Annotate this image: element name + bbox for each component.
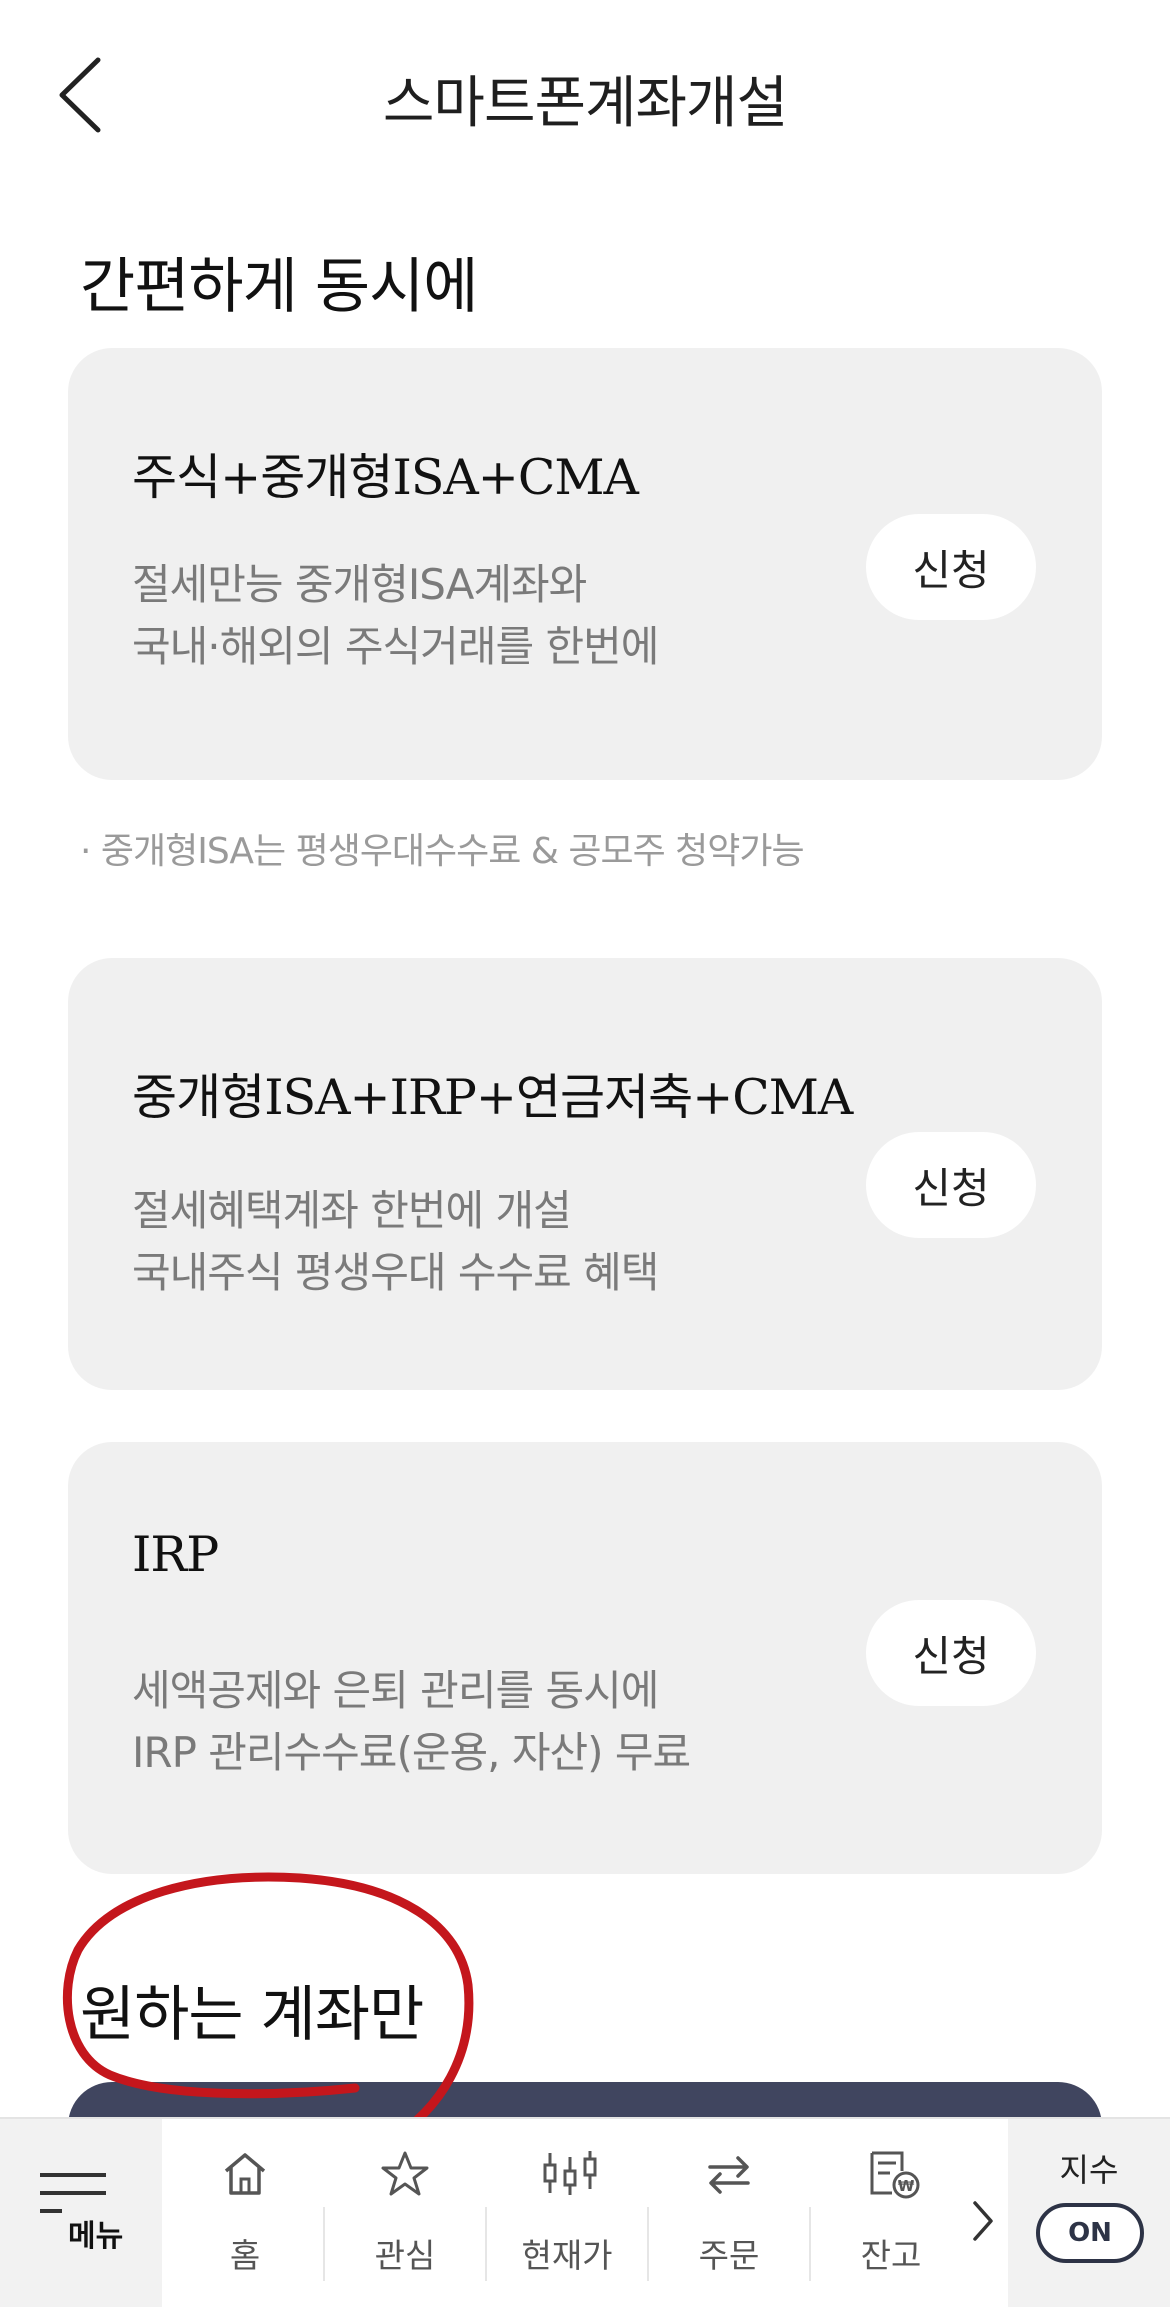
nav-item-order[interactable]: 주문	[649, 2119, 809, 2307]
nav-label: 주문	[698, 2236, 760, 2275]
menu-button[interactable]: 메뉴	[0, 2119, 162, 2307]
card-desc-line: 절세만능 중개형ISA계좌와	[132, 560, 587, 609]
card-desc-line: 세액공제와 은퇴 관리를 동시에	[132, 1666, 659, 1715]
bottom-navigation: 메뉴 홈 관심 현재가 주문 ₩ 잔고 지수 ON	[0, 2117, 1170, 2307]
card-desc-line: 국내·해외의 주식거래를 한번에	[132, 622, 659, 671]
card-title: 중개형ISA+IRP+연금저축+CMA	[132, 1069, 853, 1126]
account-card-isa-irp-pension-cma[interactable]: 중개형ISA+IRP+연금저축+CMA 절세혜택계좌 한번에 개설 국내주식 평…	[68, 958, 1102, 1390]
index-label: 지수	[1059, 2151, 1119, 2189]
card-title: IRP	[132, 1526, 219, 1583]
nav-item-balance[interactable]: ₩ 잔고	[811, 2119, 971, 2307]
apply-button[interactable]: 신청	[866, 514, 1036, 620]
card-desc-line: 절세혜택계좌 한번에 개설	[132, 1186, 572, 1235]
svg-text:₩: ₩	[898, 2177, 915, 2195]
balance-icon: ₩	[870, 2151, 920, 2199]
app-header: 스마트폰계좌개설	[0, 0, 1170, 190]
account-card-stock-isa-cma[interactable]: 주식+중개형ISA+CMA 절세만능 중개형ISA계좌와 국내·해외의 주식거래…	[68, 348, 1102, 780]
star-icon	[381, 2151, 429, 2196]
nav-label: 잔고	[860, 2236, 922, 2275]
nav-label: 관심	[374, 2236, 436, 2275]
section-title-simple: 간편하게 동시에	[80, 252, 478, 322]
nav-item-home[interactable]: 홈	[165, 2119, 325, 2307]
card-title: 주식+중개형ISA+CMA	[132, 449, 639, 506]
nav-item-current-price[interactable]: 현재가	[487, 2119, 647, 2307]
section-title-wanted: 원하는 계좌만	[80, 1980, 424, 2050]
nav-label: 현재가	[521, 2236, 613, 2275]
swap-icon	[708, 2156, 750, 2194]
menu-label: 메뉴	[68, 2219, 124, 2254]
candlestick-icon	[543, 2151, 597, 2195]
chevron-right-icon[interactable]	[970, 2199, 996, 2243]
home-icon	[224, 2153, 266, 2195]
card-description: 세액공제와 은퇴 관리를 동시에 IRP 관리수수료(운용, 자산) 무료	[132, 1660, 691, 1784]
account-card-irp[interactable]: IRP 세액공제와 은퇴 관리를 동시에 IRP 관리수수료(운용, 자산) 무…	[68, 1442, 1102, 1874]
card-desc-line: IRP 관리수수료(운용, 자산) 무료	[132, 1728, 691, 1777]
page-title: 스마트폰계좌개설	[382, 71, 788, 136]
card-desc-line: 국내주식 평생우대 수수료 혜택	[132, 1248, 659, 1297]
apply-button[interactable]: 신청	[866, 1132, 1036, 1238]
card-description: 절세만능 중개형ISA계좌와 국내·해외의 주식거래를 한번에	[132, 554, 659, 678]
nav-label: 홈	[229, 2236, 261, 2275]
index-panel: 지수 ON	[1008, 2119, 1170, 2307]
isa-note: · 중개형ISA는 평생우대수수료 & 공모주 청약가능	[80, 831, 805, 872]
apply-button[interactable]: 신청	[866, 1600, 1036, 1706]
index-on-toggle[interactable]: ON	[1036, 2203, 1144, 2263]
nav-item-watchlist[interactable]: 관심	[325, 2119, 485, 2307]
card-description: 절세혜택계좌 한번에 개설 국내주식 평생우대 수수료 혜택	[132, 1180, 659, 1304]
